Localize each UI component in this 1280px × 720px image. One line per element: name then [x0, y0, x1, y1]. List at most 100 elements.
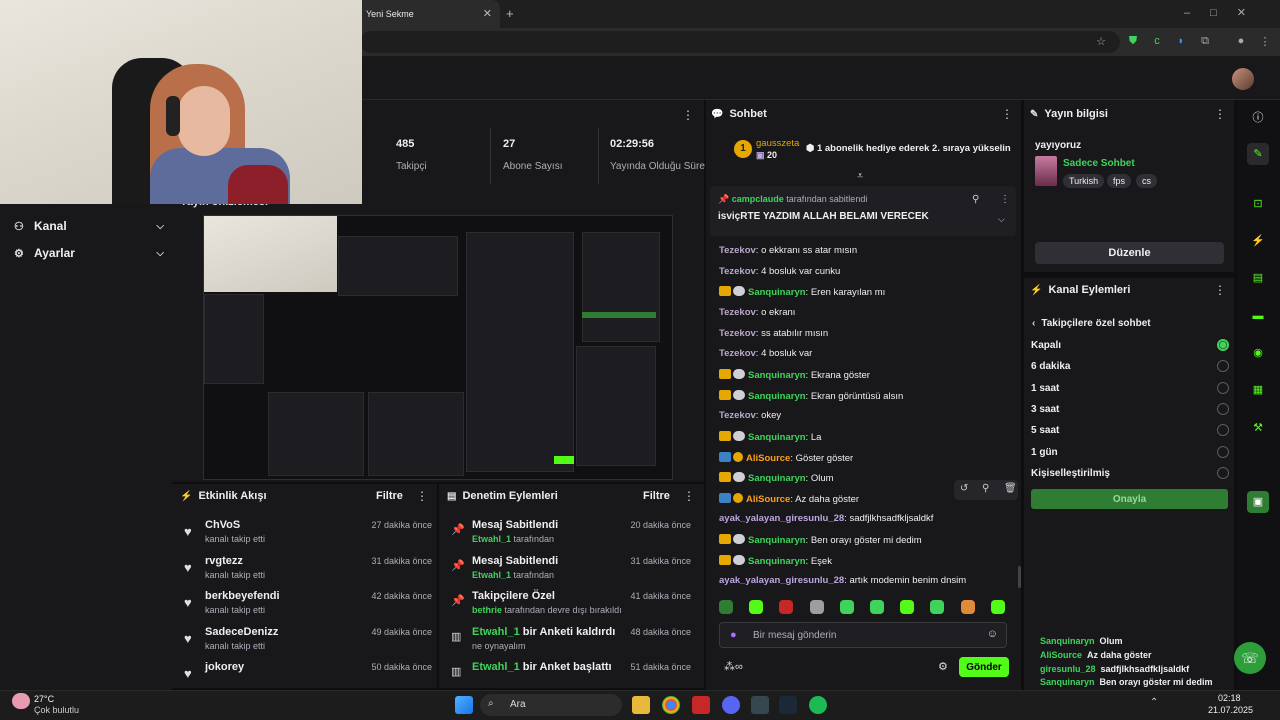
sidebar-item-settings[interactable]: ⚙ Ayarlar ⌵	[14, 243, 164, 263]
chat-username[interactable]: Sanquinaryn	[748, 432, 806, 443]
taskbar-search[interactable]: ⌕ Ara	[480, 694, 622, 716]
chat-message[interactable]: Tezekov: o ekranı	[719, 307, 1015, 318]
chat-input[interactable]: ● Bir mesaj gönderin ☺	[719, 622, 1007, 648]
chat-message[interactable]: Tezekov: ss atabılır mısın	[719, 328, 1015, 339]
edit-stream-button[interactable]: Düzenle	[1035, 242, 1224, 264]
event-user[interactable]: SadeceDenizz	[205, 626, 278, 638]
chat-message[interactable]: Sanquinaryn: La	[719, 430, 1015, 443]
mic-icon[interactable]: ●	[730, 629, 737, 641]
emote-icon[interactable]	[779, 600, 794, 614]
chat-username[interactable]: Sanquinaryn	[748, 556, 806, 567]
broadcast-icon[interactable]: ◉	[1247, 342, 1269, 364]
tag[interactable]: Turkish	[1063, 174, 1105, 188]
emote-icon[interactable]	[839, 600, 854, 614]
moderation-menu-icon[interactable]: ⋮	[683, 489, 695, 503]
chat-message[interactable]: Sanquinaryn: Eşek	[719, 554, 1015, 567]
chat-message[interactable]: Tezekov: o ekkranı ss atar mısın	[719, 245, 1015, 256]
emote-icon[interactable]	[930, 600, 945, 614]
weather-temp[interactable]: 27°C	[34, 694, 54, 704]
followers-only-option[interactable]: Kapalı	[1031, 339, 1229, 351]
moderation-filter-button[interactable]: Filtre	[643, 490, 670, 502]
chat-username[interactable]: Sanquinaryn	[748, 391, 806, 402]
moderation-event[interactable]: ▥ Etwahl_1 bir Anketi kaldırdı ne oynaya…	[439, 624, 701, 660]
activity-event[interactable]: ♥ rvgtezz kanalı takip etti 31 dakika ön…	[172, 553, 434, 589]
game-icon[interactable]: ▣	[1247, 491, 1269, 513]
radio-button[interactable]	[1217, 445, 1229, 458]
screenshot-icon[interactable]: ⊡	[1247, 193, 1269, 215]
chrome-icon[interactable]	[662, 696, 680, 714]
category-name[interactable]: Sadece Sohbet	[1063, 158, 1135, 169]
radio-button[interactable]	[1217, 466, 1229, 479]
chat-username[interactable]: Sanquinaryn	[748, 370, 806, 381]
emote-icon[interactable]	[809, 600, 824, 614]
chat-username[interactable]: Tezekov	[719, 410, 756, 421]
obs-icon[interactable]	[751, 696, 769, 714]
followers-only-option[interactable]: 5 saat	[1031, 424, 1229, 437]
emote-icon[interactable]	[719, 600, 733, 614]
moderation-event[interactable]: 📌 Mesaj Sabitlendi Etwahl_1 tarafından 2…	[439, 517, 701, 553]
followers-only-option[interactable]: Kişiselleştirilmiş	[1031, 466, 1229, 479]
stream-preview-video[interactable]	[203, 215, 673, 480]
points-icon[interactable]: ⁂∞	[724, 660, 743, 673]
steam-icon[interactable]	[779, 696, 797, 714]
spotify-icon[interactable]	[809, 696, 827, 714]
chat-message[interactable]: Sanquinaryn: Ekran görüntüsü alsın	[719, 389, 1015, 402]
pencil-icon[interactable]: ✎	[1247, 143, 1269, 165]
address-bar-input[interactable]	[360, 31, 1120, 53]
reply-icon[interactable]: ↺	[960, 483, 968, 494]
pinned-menu-icon[interactable]: ⋮	[1000, 194, 1010, 205]
chat-username[interactable]: ayak_yalayan_giresunlu_28	[719, 513, 844, 524]
stats-menu-icon[interactable]: ⋮	[682, 108, 694, 122]
app-icon[interactable]	[692, 696, 710, 714]
user-avatar[interactable]	[1232, 68, 1254, 90]
event-user[interactable]: jokorey	[205, 661, 244, 673]
sidebar-item-channel[interactable]: ⚇ Kanal ⌵	[14, 216, 164, 236]
radio-button[interactable]	[1217, 339, 1229, 351]
radio-button[interactable]	[1217, 381, 1229, 394]
chat-message[interactable]: ayak_yalayan_giresunlu_28: sadfjlkhsadfk…	[719, 513, 1015, 524]
chat-username[interactable]: Sanquinaryn	[748, 287, 806, 298]
chat-message[interactable]: ayak_yalayan_giresunlu_28: artık modemin…	[719, 575, 1015, 586]
followers-only-option[interactable]: 3 saat	[1031, 402, 1229, 415]
moderation-event[interactable]: 📌 Mesaj Sabitlendi Etwahl_1 tarafından 3…	[439, 553, 701, 589]
extension-sound-icon[interactable]: ◗	[1174, 35, 1188, 49]
unpin-icon[interactable]: ⚲	[972, 194, 979, 205]
windows-start-icon[interactable]	[455, 696, 473, 714]
pinned-message[interactable]: 📌 campclaude tarafından sabitlendi isviç…	[710, 186, 1016, 236]
close-tab-icon[interactable]: ✕	[483, 7, 492, 20]
tag[interactable]: cs	[1136, 174, 1157, 188]
extension-c-icon[interactable]: c	[1150, 35, 1164, 49]
radio-button[interactable]	[1217, 360, 1229, 373]
activity-event[interactable]: ♥ berkbeyefendi kanalı takip etti 42 dak…	[172, 588, 434, 624]
activity-filter-button[interactable]: Filtre	[376, 490, 403, 502]
chat-username[interactable]: ayak_yalayan_giresunlu_28	[719, 575, 844, 586]
send-button[interactable]: Gönder	[959, 657, 1009, 677]
wrench-icon[interactable]: ⚒	[1247, 417, 1269, 439]
activity-event[interactable]: ♥ ChVoS kanalı takip etti 27 dakika önce	[172, 517, 434, 553]
chat-message[interactable]: Sanquinaryn: Ben orayı göster mi dedim	[719, 534, 1015, 546]
chat-menu-icon[interactable]: ⋮	[1001, 107, 1013, 121]
clock-time[interactable]: 02:18	[1218, 693, 1241, 703]
emote-icon[interactable]	[870, 600, 884, 614]
chat-message[interactable]: Sanquinaryn: Eren karayılan mı	[719, 286, 1015, 298]
event-user[interactable]: berkbeyefendi	[205, 590, 280, 602]
collapse-icon[interactable]: ⩡	[857, 170, 863, 183]
chat-username[interactable]: Sanquinaryn	[748, 473, 806, 484]
file-explorer-icon[interactable]	[632, 696, 650, 714]
event-user[interactable]: ChVoS	[205, 519, 240, 531]
emote-icon[interactable]	[990, 600, 1005, 614]
chat-username[interactable]: AliSource	[746, 494, 790, 505]
radio-button[interactable]	[1217, 424, 1229, 437]
channel-actions-menu-icon[interactable]: ⋮	[1214, 283, 1226, 297]
new-tab-icon[interactable]: +	[506, 6, 514, 21]
followers-only-back[interactable]: ‹ Takipçilere özel sohbet	[1032, 318, 1151, 329]
chat-username[interactable]: Tezekov	[719, 245, 756, 256]
discord-icon[interactable]	[722, 696, 740, 714]
activity-menu-icon[interactable]: ⋮	[416, 489, 428, 503]
browser-tab[interactable]: Yeni Sekme ✕	[358, 0, 500, 28]
chat-icon[interactable]: ▬	[1247, 305, 1269, 327]
radio-button[interactable]	[1217, 402, 1229, 415]
approve-button[interactable]: Onayla	[1031, 489, 1228, 509]
help-icon[interactable]: ☏	[1234, 642, 1266, 674]
chat-username[interactable]: Tezekov	[719, 266, 756, 277]
